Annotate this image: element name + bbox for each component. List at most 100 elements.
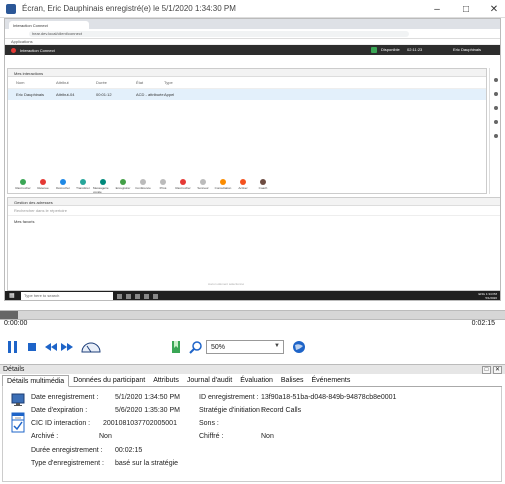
label-sounds: Sons : bbox=[199, 420, 219, 427]
taskbar-app-icon bbox=[135, 293, 140, 299]
value-recording-id: 13f90a18-51ba-d048-849b-94878cb8e0001 bbox=[261, 394, 397, 401]
value-date-recording: 5/1/2020 1:34:50 PM bbox=[115, 394, 180, 401]
bookmark-icon[interactable] bbox=[170, 340, 182, 354]
close-button[interactable]: ✕ bbox=[487, 2, 501, 16]
player-controls: 50% ▼ bbox=[0, 330, 505, 364]
zoom-icon[interactable] bbox=[189, 340, 203, 354]
tab-audit-log[interactable]: Journal d'audit bbox=[183, 375, 236, 387]
value-initiation-policy: Record Calls bbox=[261, 407, 302, 414]
recorded-sidebar bbox=[489, 68, 500, 194]
browser-url: hear.dev.local/client/connect bbox=[29, 30, 409, 37]
recorded-screen: Interaction Connect hear.dev.local/clien… bbox=[4, 18, 501, 301]
table-row: Eric Dauphinais Attribut-04 00:01:12 ACD… bbox=[8, 89, 486, 100]
tab-events[interactable]: Événements bbox=[307, 375, 354, 387]
ringer-icon bbox=[200, 179, 206, 185]
action-item: Sonneur bbox=[193, 179, 213, 195]
pause-icon[interactable] bbox=[6, 340, 20, 354]
private-icon bbox=[160, 179, 166, 185]
table-cell: Appel bbox=[164, 92, 175, 97]
sidebar-icon bbox=[493, 120, 498, 124]
value-recording-type: basé sur la stratégie bbox=[115, 460, 179, 467]
transfer-icon bbox=[80, 179, 86, 185]
table-cell: Attribut-04 bbox=[56, 92, 75, 97]
value-cic-id: 2001081037702005001 bbox=[103, 420, 177, 427]
details-title: Détails bbox=[3, 366, 25, 373]
label-initiation-policy: Stratégie d'initiation : bbox=[199, 407, 264, 414]
value-date-expiration: 5/6/2020 1:35:30 PM bbox=[115, 407, 180, 414]
rewind-icon[interactable] bbox=[44, 340, 58, 354]
time-current: 0:00:00 bbox=[4, 320, 28, 327]
label-date-expiration: Date d'expiration : bbox=[31, 407, 88, 414]
empty-message: Aucun élément sélectionné bbox=[208, 282, 245, 286]
table-cell: Eric Dauphinais bbox=[16, 92, 45, 97]
action-item: Consultation bbox=[213, 179, 233, 195]
action-item: Retenue bbox=[33, 179, 53, 195]
record-icon bbox=[120, 179, 126, 185]
directory-tab: Gestion des adresses bbox=[8, 198, 500, 206]
col-header: État bbox=[136, 80, 144, 85]
label-archived: Archivé : bbox=[31, 433, 59, 440]
pickup-icon bbox=[60, 179, 66, 185]
tree-node: Mes favoris bbox=[14, 219, 35, 224]
window-titlebar: Écran, Eric Dauphinais enregistré(e) le … bbox=[0, 0, 505, 18]
speed-gauge-icon[interactable] bbox=[80, 340, 102, 354]
col-header: Type bbox=[164, 80, 173, 85]
maximize-button[interactable]: □ bbox=[459, 2, 473, 16]
sidebar-icon bbox=[493, 78, 498, 82]
label-cic-id: CIC ID interaction : bbox=[31, 420, 91, 427]
action-item: Privé bbox=[153, 179, 173, 195]
directory-panel: Gestion des adresses Rechercher dans le … bbox=[7, 197, 500, 291]
app-header-bar: Interaction Connect Disponible 02:11:23 … bbox=[5, 45, 500, 55]
col-header: Nom bbox=[16, 80, 25, 85]
hangup-icon bbox=[180, 179, 186, 185]
conference-icon bbox=[140, 179, 146, 185]
tab-evaluation[interactable]: Évaluation bbox=[236, 375, 277, 387]
label-recording-type: Type d'enregistrement : bbox=[31, 460, 104, 467]
browser-tabstrip: Interaction Connect bbox=[5, 19, 500, 29]
tab-participant-data[interactable]: Données du participant bbox=[69, 375, 149, 387]
chevron-down-icon: ▼ bbox=[274, 343, 280, 349]
app-title: Interaction Connect bbox=[20, 47, 55, 53]
value-encrypted: Non bbox=[261, 433, 274, 440]
call-action-bar: Raccrocher Retenue Décrocher Transférer … bbox=[7, 179, 487, 195]
status-icon bbox=[371, 47, 377, 53]
zoom-select[interactable]: 50% ▼ bbox=[206, 340, 284, 354]
minimize-button[interactable]: – bbox=[430, 2, 444, 16]
close-icon[interactable]: ✕ bbox=[493, 366, 502, 374]
action-item: Enregistrer bbox=[113, 179, 133, 195]
details-panel: Date enregistrement : 5/1/2020 1:34:50 P… bbox=[2, 387, 502, 482]
action-item: Raccrocher bbox=[173, 179, 193, 195]
directory-search: Rechercher dans le répertoire bbox=[8, 206, 500, 216]
action-item: Messagerie vocale bbox=[93, 179, 113, 195]
interactions-header: Nom Attribut Durée État Type bbox=[8, 77, 486, 89]
browser-address-bar: hear.dev.local/client/connect bbox=[5, 29, 500, 39]
sidebar-icon bbox=[493, 134, 498, 138]
stop-icon[interactable] bbox=[26, 340, 38, 354]
os-taskbar: ▦ Type here to search ENG 1:34 PM 5/1/20… bbox=[5, 291, 500, 300]
status-time: 02:11:23 bbox=[407, 47, 423, 52]
app-icon bbox=[6, 3, 16, 14]
tab-multimedia[interactable]: Détails multimédia bbox=[2, 375, 70, 387]
col-header: Durée bbox=[96, 80, 107, 85]
value-archived: Non bbox=[99, 433, 112, 440]
checklist-icon bbox=[11, 419, 25, 433]
label-recording-id: ID enregistrement : bbox=[199, 394, 259, 401]
table-cell: 00:01:12 bbox=[96, 92, 112, 97]
details-header: Détails □ ✕ bbox=[0, 364, 505, 374]
tab-attributes[interactable]: Attributs bbox=[149, 375, 183, 387]
consult-icon bbox=[220, 179, 226, 185]
fast-forward-icon[interactable] bbox=[60, 340, 74, 354]
restore-icon[interactable]: □ bbox=[482, 366, 491, 374]
time-total: 0:02:15 bbox=[471, 320, 495, 327]
action-item: Coach bbox=[253, 179, 273, 195]
action-item: Transférer bbox=[73, 179, 93, 195]
timeline-labels: 0:00:00 0:02:15 bbox=[0, 302, 505, 330]
table-cell: ACD - attribuée bbox=[136, 92, 164, 97]
taskbar-app-icon bbox=[126, 293, 131, 299]
activate-icon bbox=[240, 179, 246, 185]
taskbar-app-icon bbox=[144, 293, 149, 299]
globe-icon[interactable] bbox=[292, 340, 306, 354]
tab-tags[interactable]: Balises bbox=[277, 375, 308, 387]
hold-icon bbox=[40, 179, 46, 185]
taskbar-clock: ENG 1:34 PM 5/1/2020 bbox=[478, 292, 497, 300]
